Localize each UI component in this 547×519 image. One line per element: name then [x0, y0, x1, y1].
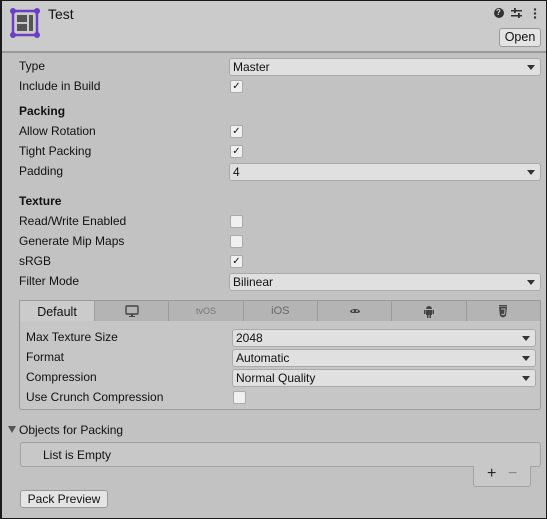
more-options-icon[interactable]: [529, 7, 540, 19]
inspector-header: Test ? Open: [2, 1, 546, 53]
tab-lumin[interactable]: [317, 300, 393, 322]
lumin-icon: [349, 309, 360, 313]
mip-maps-row: Generate Mip Maps: [2, 232, 546, 252]
sprite-atlas-icon: [10, 8, 40, 38]
packing-header: Packing: [19, 104, 66, 118]
standalone-monitor-icon: [124, 305, 139, 317]
help-icon[interactable]: ?: [493, 7, 504, 19]
open-button[interactable]: Open: [499, 28, 541, 47]
list-footer: + −: [473, 465, 531, 487]
filter-mode-label: Filter Mode: [19, 274, 80, 288]
tab-default[interactable]: Default: [19, 300, 95, 322]
texture-header: Texture: [19, 194, 62, 208]
crunch-row: Use Crunch Compression: [20, 388, 540, 408]
texture-section: Texture: [2, 192, 546, 212]
tab-standalone[interactable]: [95, 300, 170, 322]
filter-mode-value: Bilinear: [233, 275, 274, 289]
include-in-build-checkbox[interactable]: ✓: [230, 80, 243, 93]
chevron-down-icon: [527, 170, 535, 175]
read-write-checkbox[interactable]: [230, 215, 243, 228]
chevron-down-icon: [527, 65, 535, 70]
tab-android[interactable]: [392, 300, 467, 322]
filter-mode-row: Filter Mode Bilinear: [2, 272, 546, 292]
tab-ios-label: iOS: [271, 305, 290, 317]
tab-tvos-label: tvOS: [195, 306, 216, 316]
objects-list: List is Empty: [20, 442, 541, 467]
android-icon: [423, 305, 434, 318]
srgb-row: sRGB ✓: [2, 252, 546, 272]
allow-rotation-label: Allow Rotation: [19, 124, 96, 138]
type-dropdown[interactable]: Master: [229, 58, 541, 76]
mip-maps-checkbox[interactable]: [230, 235, 243, 248]
type-label: Type: [19, 59, 46, 73]
srgb-label: sRGB: [19, 254, 52, 268]
chevron-down-icon: [522, 336, 530, 341]
chevron-down-icon: [527, 280, 535, 285]
foldout-triangle-icon: [8, 426, 16, 434]
crunch-label: Use Crunch Compression: [26, 390, 164, 404]
objects-for-packing-label: Objects for Packing: [19, 423, 124, 437]
padding-label: Padding: [19, 164, 64, 178]
asset-title: Test: [48, 6, 74, 22]
padding-dropdown[interactable]: 4: [229, 163, 541, 181]
mip-maps-label: Generate Mip Maps: [19, 234, 125, 248]
compression-label: Compression: [26, 370, 97, 384]
tight-packing-row: Tight Packing ✓: [2, 142, 546, 162]
type-value: Master: [233, 60, 270, 74]
platform-settings-panel: Max Texture Size 2048 Format Automatic C…: [19, 321, 541, 410]
padding-row: Padding 4: [2, 162, 546, 182]
max-texture-size-label: Max Texture Size: [26, 330, 118, 344]
format-row: Format Automatic: [20, 348, 540, 368]
max-texture-size-value: 2048: [236, 331, 263, 345]
list-empty-text: List is Empty: [43, 448, 112, 462]
add-icon[interactable]: +: [487, 465, 496, 483]
type-row: Type Master: [2, 57, 546, 77]
tab-tvos[interactable]: tvOS: [169, 300, 244, 322]
remove-icon[interactable]: −: [508, 465, 517, 483]
inspector-window: Test ? Open Type Master Include in Build…: [0, 0, 547, 519]
tab-default-label: Default: [37, 304, 77, 319]
srgb-checkbox[interactable]: ✓: [230, 255, 243, 268]
objects-for-packing-foldout[interactable]: Objects for Packing: [8, 423, 123, 437]
chevron-down-icon: [522, 376, 530, 381]
pack-preview-button[interactable]: Pack Preview: [20, 490, 108, 508]
tab-ios[interactable]: iOS: [243, 300, 318, 322]
max-texture-size-dropdown[interactable]: 2048: [232, 329, 536, 347]
format-dropdown[interactable]: Automatic: [232, 349, 536, 367]
read-write-label: Read/Write Enabled: [19, 214, 127, 228]
chevron-down-icon: [522, 356, 530, 361]
padding-value: 4: [233, 165, 240, 179]
allow-rotation-row: Allow Rotation ✓: [2, 122, 546, 142]
platform-tabs: Default tvOS iOS: [19, 300, 541, 322]
include-in-build-row: Include in Build ✓: [2, 77, 546, 97]
tab-webgl[interactable]: [466, 300, 541, 322]
format-value: Automatic: [236, 351, 290, 365]
presets-icon[interactable]: [511, 7, 522, 19]
filter-mode-dropdown[interactable]: Bilinear: [229, 273, 541, 291]
tight-packing-checkbox[interactable]: ✓: [230, 145, 243, 158]
compression-value: Normal Quality: [236, 371, 316, 385]
crunch-checkbox[interactable]: [233, 391, 246, 404]
format-label: Format: [26, 350, 65, 364]
max-texture-size-row: Max Texture Size 2048: [20, 328, 540, 348]
allow-rotation-checkbox[interactable]: ✓: [230, 125, 243, 138]
tight-packing-label: Tight Packing: [19, 144, 92, 158]
read-write-row: Read/Write Enabled: [2, 212, 546, 232]
include-in-build-label: Include in Build: [19, 79, 101, 93]
compression-row: Compression Normal Quality: [20, 368, 540, 388]
compression-dropdown[interactable]: Normal Quality: [232, 369, 536, 387]
webgl-html5-icon: [499, 304, 508, 317]
packing-section: Packing: [2, 102, 546, 122]
